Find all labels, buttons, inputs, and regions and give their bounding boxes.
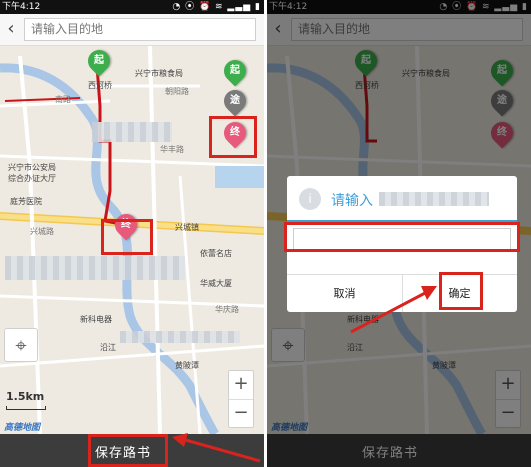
label-xingcheng-town: 兴城镇 [175,223,199,232]
label-grain-bureau: 兴宁市粮食局 [135,69,183,78]
destination-search-input[interactable]: 请输入目的地 [24,18,256,41]
label-yidie-store: 依蕾名店 [200,249,232,258]
road-label-xingcheng: 兴城路 [30,227,54,236]
road-label-huaqing: 华庆路 [215,305,239,314]
amap-logo: 高德地图 [4,423,41,433]
label-xihe-bridge: 西河桥 [88,81,112,90]
map-view[interactable]: 兴宁市粮食局 西河桥 兴宁市公安局 综合办证大厅 庭芳医院 兴城镇 依蕾名店 华… [0,46,264,434]
locate-me-icon[interactable]: ⌖ [4,328,38,362]
label-police-bureau: 兴宁市公安局 [8,163,56,172]
label-tingfang-hospital: 庭芳医院 [10,197,42,206]
map-scale-bar [6,406,46,410]
annotation-end-marker-box [209,116,257,158]
status-time: 下午4:12 [2,2,41,12]
annotation-arrow-icon [172,433,261,463]
start-marker-button[interactable]: 起 [219,55,251,87]
right-screen: 下午4:12 ◔ ⦿ ⏰ ≋ ▂▃▅ ▮ ‹ 请输入目的地 兴宁市粮食局 西河桥… [267,0,531,467]
label-yanjiang: 沿江 [100,343,116,352]
left-screen: 下午4:12 ◔ ⦿ ⏰ ≋ ▂▃▅ ▮ ‹ 请输入目的地 兴宁市粮食局 西河桥… [0,0,264,467]
via-marker-button[interactable]: 途 [219,85,251,117]
road-label-huafeng: 华丰路 [160,145,184,154]
zoom-in-button[interactable]: + [229,371,253,399]
zoom-out-button[interactable]: − [229,399,253,427]
zoom-control: + − [228,370,254,428]
search-bar: ‹ 请输入目的地 [0,14,264,46]
dialog-title: 请输入 [331,193,373,209]
back-arrow-icon[interactable]: ‹ [2,18,20,40]
status-icons: ◔ ⦿ ⏰ ≋ ▂▃▅ ▮ [172,2,261,12]
start-pin-icon[interactable]: 起 [83,46,115,77]
road-label-south: 南路 [55,95,71,104]
label-huangmou-pond: 黄陂潭 [175,361,199,370]
label-huawei-building: 华威大厦 [200,279,232,288]
info-icon: i [299,188,321,210]
annotation-arrow-icon [350,286,437,334]
annotation-save-box [88,434,168,467]
annotation-input-box [284,222,520,252]
label-xinke-electric: 新科电器 [80,315,112,324]
status-bar: 下午4:12 ◔ ⦿ ⏰ ≋ ▂▃▅ ▮ [0,0,264,14]
map-scale-text: 1.5km [6,390,45,403]
road-label-chaoyang: 朝阳路 [165,87,189,96]
annotation-end-pin-box [101,219,153,255]
label-police-office: 综合办证大厅 [8,174,56,183]
